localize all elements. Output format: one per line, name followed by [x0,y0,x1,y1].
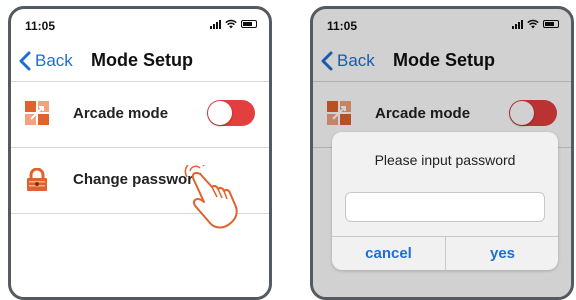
password-input[interactable] [345,192,545,222]
dialog-title: Please input password [374,152,516,168]
lock-icon [27,168,47,191]
toggle-knob [208,101,232,125]
change-password-label: Change password [73,171,203,188]
wifi-icon [225,19,237,29]
cancel-button[interactable]: cancel [332,237,445,270]
list-item-arcade-mode: Arcade mode [11,81,269,147]
arcade-mode-label: Arcade mode [73,105,169,122]
phone-screen-left: 11:05 Back Mode Setup Arcade mode Change… [8,6,272,300]
nav-bar: Back Mode Setup [11,45,269,85]
hand-pointer-icon [184,165,238,229]
arcade-mode-toggle[interactable] [207,100,255,126]
arcade-icon [25,101,49,125]
password-dialog: Please input password cancel yes [332,132,558,270]
back-label: Back [35,51,73,70]
signal-icon [210,19,221,29]
back-button[interactable]: Back [17,51,73,71]
status-bar: 11:05 [25,17,257,35]
page-title: Mode Setup [91,50,193,70]
phone-screen-right: 11:05 Back Mode Setup Arcade mode Please… [310,6,574,300]
yes-button[interactable]: yes [446,237,558,270]
chevron-left-icon [19,51,31,71]
battery-icon [241,20,257,28]
status-icons [210,19,257,29]
status-time: 11:05 [25,19,56,33]
